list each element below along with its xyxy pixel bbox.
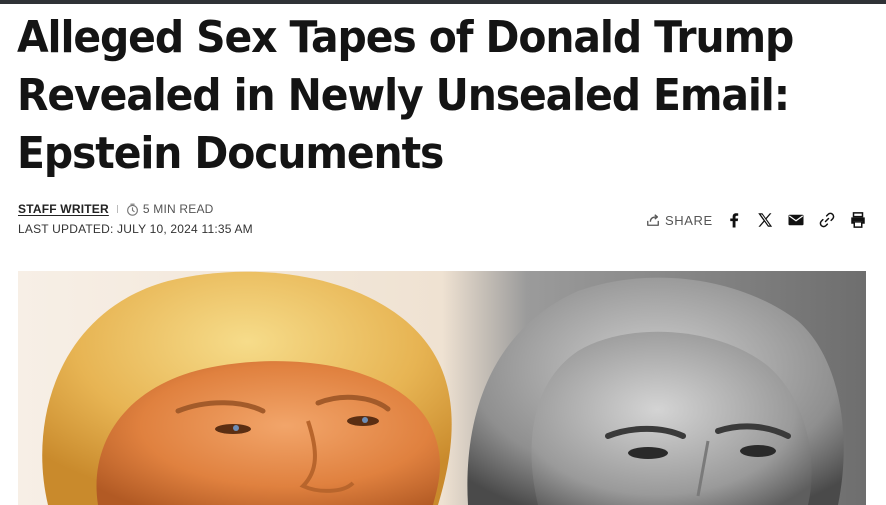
- x-twitter-icon[interactable]: [756, 211, 774, 229]
- article-meta: STAFF WRITER 5 MIN READ LAST UPDATED: JU…: [18, 201, 253, 236]
- clock-icon: [126, 203, 139, 216]
- email-icon[interactable]: [787, 211, 805, 229]
- share-arrow-icon: [646, 213, 660, 227]
- author-link[interactable]: STAFF WRITER: [18, 202, 109, 216]
- share-label[interactable]: SHARE: [646, 213, 713, 228]
- article-headline: Alleged Sex Tapes of Donald Trump Reveal…: [17, 12, 794, 179]
- top-bar: [0, 0, 886, 4]
- share-bar: SHARE: [646, 208, 867, 232]
- read-time: 5 MIN READ: [142, 202, 214, 216]
- meta-divider: [116, 205, 118, 213]
- hero-image: [18, 271, 866, 505]
- print-icon[interactable]: [849, 211, 867, 229]
- facebook-icon[interactable]: [725, 211, 743, 229]
- link-icon[interactable]: [818, 211, 836, 229]
- share-text: SHARE: [665, 212, 713, 228]
- last-updated: LAST UPDATED: JULY 10, 2024 11:35 AM: [18, 222, 253, 236]
